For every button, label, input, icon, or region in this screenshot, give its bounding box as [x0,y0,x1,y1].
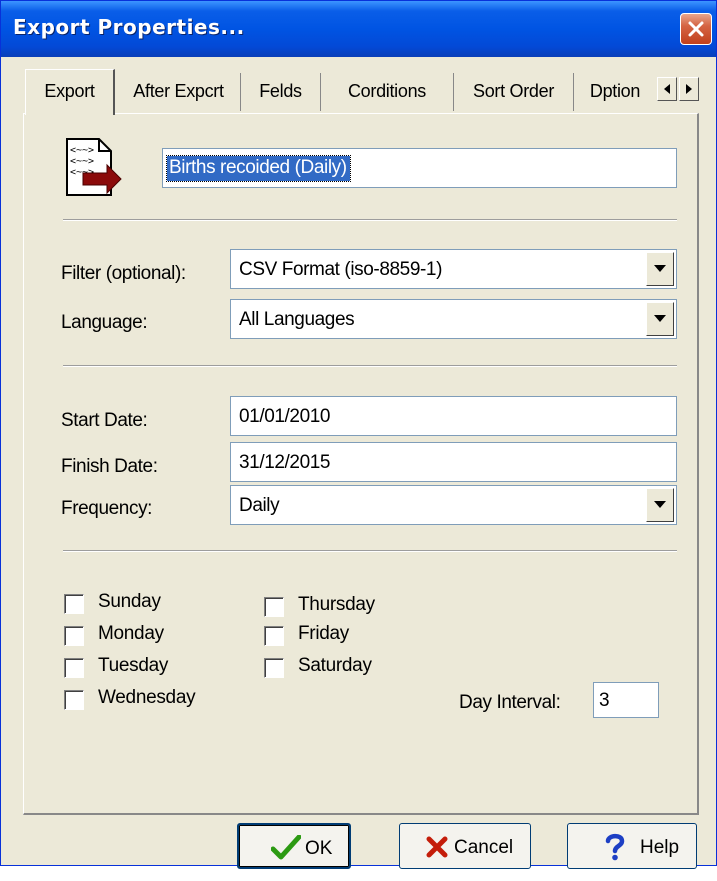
filter-label: Filter (optional): [61,263,186,284]
start-date-label: Start Date: [61,410,148,431]
tab-fields[interactable]: Felds [241,73,321,111]
checkbox-wednesday[interactable] [64,690,84,710]
checkbox-monday[interactable] [64,626,84,646]
help-button-label: Help [640,837,680,858]
language-select[interactable]: All Languages [230,299,677,339]
window-title: Export Properties... [13,15,245,39]
filter-value: CSV Format (iso-8859-1) [239,259,443,280]
export-document-icon: <~~> <~~> <~~> [66,138,122,196]
checkbox-label-friday: Friday [298,623,349,644]
start-date-input[interactable]: 01/01/2010 [230,396,677,436]
help-button[interactable]: Help [567,823,697,869]
tab-scroll-right-button[interactable] [679,77,699,101]
export-properties-dialog: Export Properties... Export After Expcrt… [0,0,717,869]
filter-dropdown-button[interactable] [646,252,674,286]
arrow-left-icon [664,84,670,94]
tab-export[interactable]: Export [25,69,115,115]
checkmark-icon [271,835,301,860]
arrow-right-icon [686,84,692,94]
checkbox-tuesday[interactable] [64,658,84,678]
svg-text:<~~>: <~~> [70,156,94,167]
export-name-input[interactable]: Births recoided (Daily) [162,148,677,188]
start-date-value: 01/01/2010 [239,406,331,427]
cancel-button[interactable]: Cancel [399,823,531,869]
ok-button[interactable]: OK [237,823,351,869]
checkbox-sunday[interactable] [64,594,84,614]
chevron-down-icon [654,315,666,322]
frequency-value: Daily [239,495,280,516]
language-value: All Languages [239,309,355,330]
day-interval-label: Day Interval: [459,692,561,713]
finish-date-value: 31/12/2015 [239,452,331,473]
frequency-dropdown-button[interactable] [646,488,674,522]
checkbox-thursday[interactable] [264,597,284,617]
cancel-button-label: Cancel [454,837,514,858]
ok-button-label: OK [305,838,333,859]
export-name-value: Births recoided (Daily) [166,155,351,182]
separator [63,365,677,367]
svg-text:<~~>: <~~> [70,145,94,156]
close-button[interactable] [680,13,712,45]
close-icon [688,21,704,37]
tab-conditions[interactable]: Corditions [321,73,454,111]
tab-scroll-left-button[interactable] [657,77,677,101]
language-dropdown-button[interactable] [646,302,674,336]
cancel-x-icon [426,836,448,858]
checkbox-saturday[interactable] [264,658,284,678]
separator [63,219,677,221]
language-label: Language: [61,312,148,333]
checkbox-label-thursday: Thursday [298,594,375,615]
checkbox-friday[interactable] [264,626,284,646]
chevron-down-icon [654,501,666,508]
chevron-down-icon [654,265,666,272]
frequency-select[interactable]: Daily [230,485,677,525]
finish-date-input[interactable]: 31/12/2015 [230,442,677,482]
checkbox-label-wednesday: Wednesday [98,687,196,708]
tab-after-export[interactable]: After Expcrt [117,73,241,111]
checkbox-label-sunday: Sunday [98,591,161,612]
checkbox-label-monday: Monday [98,623,164,644]
checkbox-label-saturday: Saturday [298,655,372,676]
tab-options[interactable]: Dption [574,73,656,111]
separator [63,550,677,552]
checkbox-label-tuesday: Tuesday [98,655,169,676]
title-bar[interactable]: Export Properties... [1,1,716,57]
tab-sort-order[interactable]: Sort Order [454,73,574,111]
tab-strip: Export After Expcrt Felds Corditions Sor… [25,69,705,115]
finish-date-label: Finish Date: [61,456,158,477]
day-interval-value: 3 [599,690,610,711]
help-question-icon [605,833,625,861]
filter-select[interactable]: CSV Format (iso-8859-1) [230,249,677,289]
day-interval-input[interactable]: 3 [593,682,659,718]
frequency-label: Frequency: [61,498,153,519]
